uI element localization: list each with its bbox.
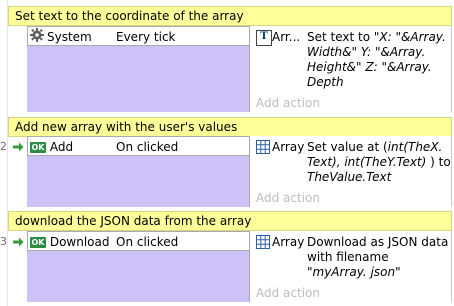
comment-row[interactable]: Set text to the coordinate of the array (8, 6, 452, 26)
condition-object-name: Add (49, 140, 74, 154)
action-text[interactable]: Set text to "X: "&Array. Width&" Y: "&Ar… (307, 30, 451, 90)
comment-text: Set text to the coordinate of the array (15, 9, 244, 23)
event-sheet-gutter: 2 3 (0, 0, 8, 306)
gear-icon (30, 28, 44, 47)
add-action-link[interactable]: Add action (256, 191, 320, 205)
condition-object-name: Download (49, 235, 110, 249)
event-margin[interactable] (8, 27, 27, 112)
condition-text: On clicked (116, 235, 179, 249)
array-grid-icon (256, 140, 270, 154)
action-text[interactable]: Set value at (int(TheX. Text), int(TheY.… (307, 140, 451, 185)
action-text-run: ) to (426, 155, 451, 169)
event-number: 2 (0, 140, 7, 153)
action-expression: TheValue.Text (307, 170, 392, 184)
condition-object-name: System (47, 30, 92, 44)
ok-button-icon: OK (30, 237, 46, 248)
action-expression: json" (370, 265, 401, 279)
array-grid-icon (256, 235, 270, 249)
action-text[interactable]: Download as JSON data with filename "myA… (307, 235, 451, 280)
action-expression: "myArray. (307, 265, 367, 279)
actions-area[interactable]: Array Set value at (int(TheX. Text), int… (249, 136, 452, 207)
condition-text: On clicked (116, 140, 179, 154)
action-text-run: Download as JSON data with filename (307, 235, 449, 264)
condition-object[interactable]: OK Download (30, 233, 109, 251)
arrow-right-icon (13, 237, 24, 247)
action-text-run: Set value at ( (307, 140, 388, 154)
action-text-run: Set text to (307, 30, 374, 44)
condition-row[interactable]: OK Add On clicked (13, 136, 249, 156)
ok-button-icon: OK (30, 142, 46, 153)
add-action-link[interactable]: Add action (256, 96, 320, 110)
action-expression: int(TheX. (387, 140, 443, 154)
condition-object[interactable]: System (30, 28, 92, 46)
condition-row[interactable]: OK Download On clicked (13, 231, 249, 251)
action-object-name: Arr... (272, 30, 301, 44)
comment-text: download the JSON data from the array (15, 214, 252, 228)
action-expression: Width&" Y: "&Array. (307, 45, 426, 59)
action-expression: Text), int(TheY.Text) (307, 155, 427, 169)
condition-row[interactable]: System Every tick (27, 26, 249, 46)
event-number: 3 (0, 235, 7, 248)
add-action-link[interactable]: Add action (256, 286, 320, 300)
action-object-name: Array (272, 140, 305, 154)
arrow-right-icon (13, 142, 24, 152)
action-object-name: Array (272, 235, 305, 249)
action-expression: "X: "&Array. (373, 30, 446, 44)
text-object-icon: T (256, 30, 272, 46)
comment-row[interactable]: Add new array with the user's values (8, 117, 452, 137)
action-expression: Height&" Z: "&Array. (307, 60, 432, 74)
action-expression: Depth (307, 75, 344, 89)
comment-row[interactable]: download the JSON data from the array (8, 211, 452, 231)
comment-text: Add new array with the user's values (15, 120, 238, 134)
condition-text: Every tick (116, 30, 176, 44)
actions-area[interactable]: T Arr... Set text to "X: "&Array. Width&… (249, 26, 452, 112)
actions-area[interactable]: Array Download as JSON data with filenam… (249, 231, 452, 302)
condition-object[interactable]: OK Add (30, 138, 73, 156)
